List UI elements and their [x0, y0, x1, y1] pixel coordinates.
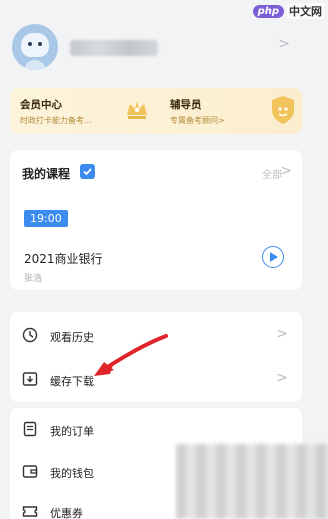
play-icon: [270, 252, 278, 262]
play-button[interactable]: [262, 246, 284, 268]
menu-item-label: 缓存下载: [50, 375, 94, 388]
order-icon: [23, 421, 37, 437]
my-courses-title: 我的课程: [22, 167, 71, 181]
counselor-title: 辅导员: [170, 99, 202, 111]
member-card: 会员中心 时政打卡能力备考... 辅导员 专属备考顾问>: [10, 88, 302, 134]
chevron-right-icon: >: [276, 370, 288, 386]
wallet-icon: [22, 465, 38, 478]
course-teacher: 张浩: [24, 274, 43, 284]
chevron-right-icon: >: [278, 36, 290, 52]
chevron-right-icon: >: [276, 326, 288, 342]
shield-icon: [272, 96, 294, 124]
counselor-button[interactable]: 辅导员 专属备考顾问>: [160, 88, 302, 134]
download-icon: [22, 372, 38, 386]
my-courses-card: 我的课程 全部 > 19:00 2021商业银行 张浩: [10, 150, 302, 290]
course-time-tag: 19:00: [24, 210, 68, 227]
member-center-subtitle: 时政打卡能力备考...: [20, 116, 92, 125]
menu-item-label: 我的订单: [50, 425, 94, 438]
member-center-button[interactable]: 会员中心 时政打卡能力备考...: [10, 88, 160, 134]
watermark-logo: php: [252, 4, 284, 18]
menu-item-label: 优惠券: [50, 507, 83, 519]
menu-item-label: 观看历史: [50, 331, 94, 344]
avatar[interactable]: [12, 24, 58, 70]
mosaic-overlay: [176, 444, 328, 519]
watermark: php 中文网: [252, 3, 324, 19]
view-all-courses-link[interactable]: 全部: [262, 166, 282, 181]
member-center-title: 会员中心: [20, 99, 62, 111]
crown-icon: [127, 101, 147, 119]
course-name[interactable]: 2021商业银行: [24, 250, 103, 267]
check-icon: [80, 164, 95, 179]
menu-item-label: 我的钱包: [50, 467, 94, 480]
username-blurred: [70, 40, 158, 56]
watermark-text: 中文网: [287, 3, 324, 19]
chevron-right-icon: >: [280, 163, 292, 179]
menu-item-watch-history[interactable]: 观看历史 >: [10, 314, 302, 358]
counselor-subtitle: 专属备考顾问>: [170, 116, 225, 125]
clock-icon: [22, 327, 38, 343]
menu-item-cache-download[interactable]: 缓存下载 >: [10, 358, 302, 402]
menu-group-1: 观看历史 > 缓存下载 >: [10, 312, 302, 402]
coupon-icon: [22, 506, 38, 517]
profile-header[interactable]: >: [0, 18, 328, 80]
